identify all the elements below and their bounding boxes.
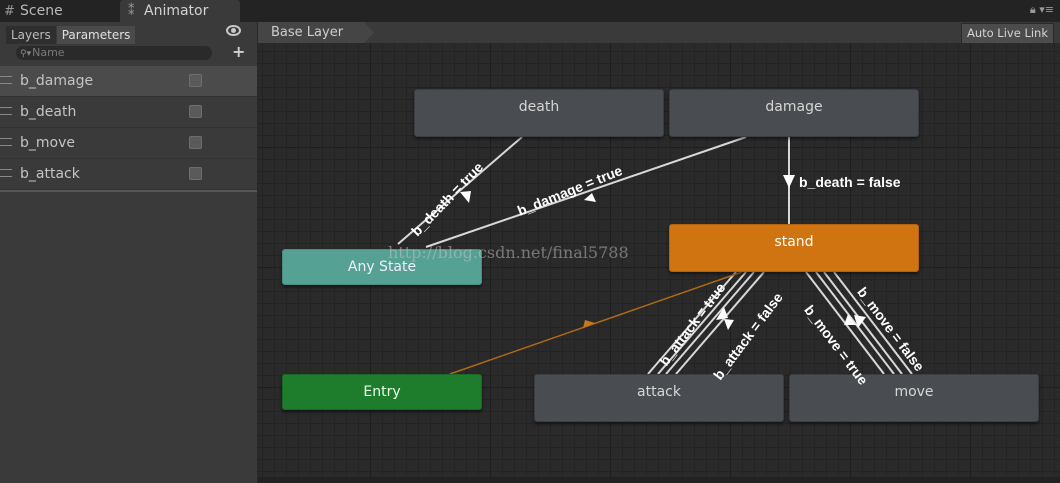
tab-scene[interactable]: # Scene xyxy=(0,0,118,22)
state-damage[interactable]: damage xyxy=(669,89,919,137)
arrow-head-icon xyxy=(584,193,596,202)
state-stand[interactable]: stand xyxy=(669,224,919,272)
transition-label: b_death = false xyxy=(799,174,901,190)
animator-icon: ⁑ xyxy=(128,4,135,19)
parameter-row[interactable]: b_damage xyxy=(0,66,257,97)
state-machine-graph[interactable]: Base Layer Auto Live Link death damage A… xyxy=(258,22,1060,483)
parameters-panel: Layers Parameters ⚲▾Name + b_damage b_dea… xyxy=(0,22,257,483)
parameter-checkbox[interactable] xyxy=(189,74,202,87)
lock-icon[interactable]: 🔒︎ xyxy=(1030,3,1036,16)
tab-layers[interactable]: Layers xyxy=(6,26,56,44)
tab-scene-label: Scene xyxy=(20,3,63,19)
search-input[interactable]: ⚲▾Name xyxy=(16,46,212,60)
drag-handle-icon[interactable] xyxy=(0,138,12,146)
drag-handle-icon[interactable] xyxy=(0,169,12,177)
search-icon: ⚲▾ xyxy=(20,49,32,59)
drag-handle-icon[interactable] xyxy=(0,107,12,115)
parameter-name: b_attack xyxy=(20,166,80,182)
state-death[interactable]: death xyxy=(414,89,664,137)
parameter-checkbox[interactable] xyxy=(189,136,202,149)
panel-subtabs: Layers Parameters xyxy=(6,24,136,44)
parameter-name: b_death xyxy=(20,104,77,120)
search-placeholder: Name xyxy=(32,46,65,59)
parameter-name: b_damage xyxy=(20,73,94,89)
list-divider xyxy=(0,190,257,192)
parameter-checkbox[interactable] xyxy=(189,105,202,118)
graph-bottom-edge xyxy=(258,477,1060,483)
eye-icon[interactable] xyxy=(226,25,241,36)
tab-animator-label: Animator xyxy=(144,3,209,19)
window-controls: 🔒︎ ▾≡ xyxy=(1030,3,1054,17)
arrow-head-icon xyxy=(724,319,734,330)
watermark-text: http://blog.csdn.net/final5788 xyxy=(388,243,629,262)
parameter-list: b_damage b_death b_move b_attack xyxy=(0,66,257,192)
menu-icon[interactable]: ▾≡ xyxy=(1039,3,1054,16)
parameter-name: b_move xyxy=(20,135,75,151)
parameter-row[interactable]: b_move xyxy=(0,128,257,159)
grid-icon: # xyxy=(4,4,15,19)
parameter-row[interactable]: b_attack xyxy=(0,159,257,190)
parameter-row[interactable]: b_death xyxy=(0,97,257,128)
state-attack[interactable]: attack xyxy=(534,374,784,422)
parameter-checkbox[interactable] xyxy=(189,167,202,180)
tab-animator[interactable]: ⁑ Animator xyxy=(120,0,240,22)
tab-parameters[interactable]: Parameters xyxy=(56,26,136,44)
drag-handle-icon[interactable] xyxy=(0,76,12,84)
arrow-head-icon xyxy=(783,175,795,188)
state-entry[interactable]: Entry xyxy=(282,374,482,410)
state-move[interactable]: move xyxy=(789,374,1039,422)
add-parameter-button[interactable]: + xyxy=(232,42,245,61)
window-tab-bar: # Scene ⁑ Animator 🔒︎ ▾≡ xyxy=(0,0,1060,22)
